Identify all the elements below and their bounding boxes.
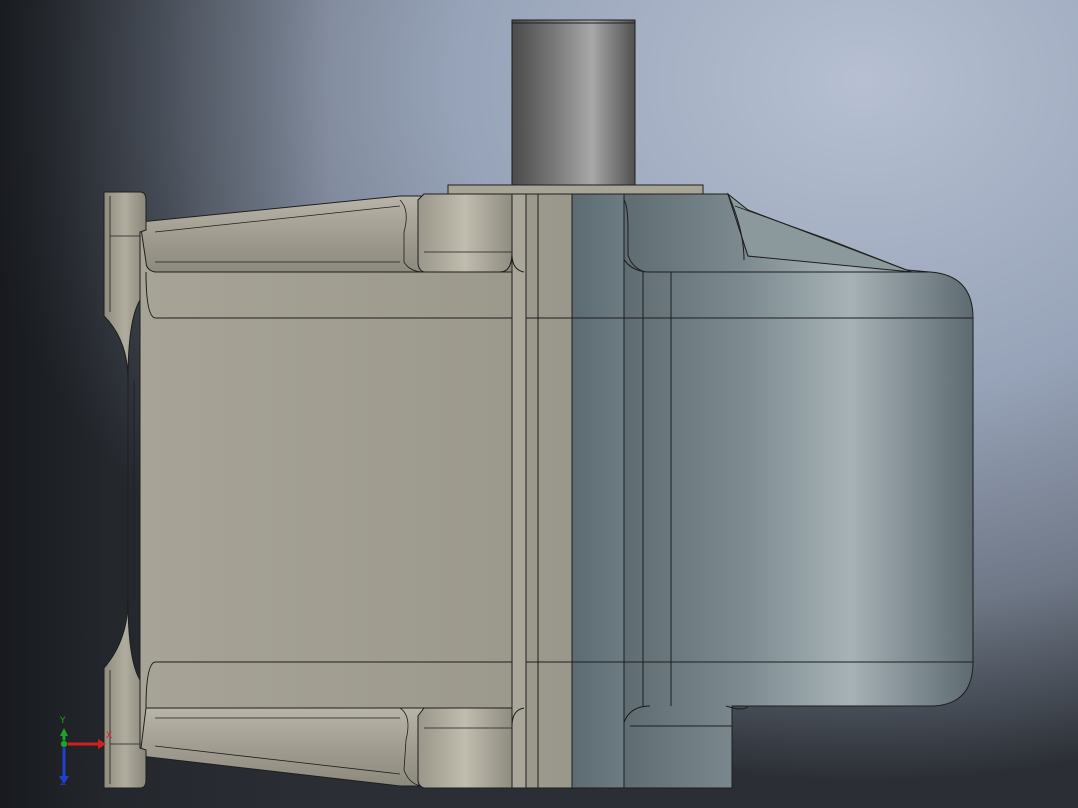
reference-triad: X Y Z [52, 716, 113, 792]
top-platform[interactable] [447, 184, 704, 195]
z-axis-label: Z [60, 778, 67, 788]
machined-face[interactable] [571, 193, 625, 789]
graphics-viewport[interactable]: X Y Z [0, 0, 1078, 808]
output-shaft[interactable] [511, 19, 636, 196]
y-axis-label: Y [60, 716, 66, 726]
cast-housing[interactable] [139, 193, 573, 789]
x-axis-label: X [106, 731, 113, 741]
gearbox-body[interactable] [621, 192, 974, 789]
gearbox-model[interactable] [0, 0, 1078, 808]
